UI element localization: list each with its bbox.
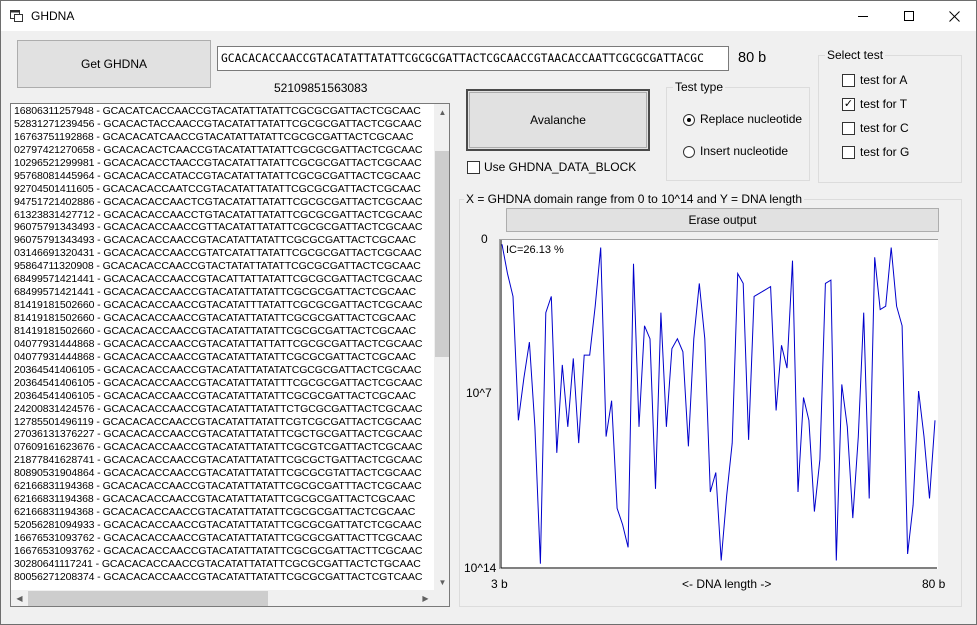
list-item[interactable]: 81419181502660 - GCACACACCAACCGTACATATTA… — [14, 325, 434, 338]
list-item[interactable]: 80890531904864 - GCACACACCAACCGTACATATTA… — [14, 467, 434, 480]
list-item[interactable]: 16676531093762 - GCACACACCAACCGTACATATTA… — [14, 545, 434, 558]
list-item[interactable]: 81419181502660 - GCACACACCAACCGTACATATTA… — [14, 312, 434, 325]
test-for-t-checkbox[interactable]: ✓ — [842, 98, 855, 111]
test-for-t-label: test for T — [860, 97, 908, 111]
select-test-title: Select test — [825, 48, 886, 62]
x-tick-label-end: 80 b — [922, 577, 946, 591]
list-item[interactable]: 21877841628741 - GCACACACCAACCGTACATATTA… — [14, 454, 434, 467]
list-item[interactable]: 16763751192868 - GCACACATCAACCGTACATATTA… — [14, 131, 434, 144]
list-item[interactable]: 52831271239456 - GCACACTACCAACCGTACATATT… — [14, 118, 434, 131]
use-block-checkbox[interactable] — [467, 161, 480, 174]
test-type-title: Test type — [673, 80, 726, 94]
list-item[interactable]: 68499571421441 - GCACACACCAACCGTACATTATT… — [14, 273, 434, 286]
list-item[interactable]: 04077931444868 - GCACACACCAACCGTACATATTA… — [14, 338, 434, 351]
avalanche-button[interactable]: Avalanche — [466, 89, 650, 151]
list-item[interactable]: 24200831424576 - GCACACACCAACCGTACATATTA… — [14, 403, 434, 416]
list-item[interactable]: 94751721402886 - GCACACACCAACTCGTACATATT… — [14, 196, 434, 209]
maximize-icon — [904, 11, 914, 21]
erase-output-label: Erase output — [688, 213, 757, 227]
scroll-up-arrow-icon[interactable]: ▲ — [434, 104, 449, 121]
dna-length-label: 80 b — [738, 50, 767, 66]
chart-group-title: X = GHDNA domain range from 0 to 10^14 a… — [464, 192, 805, 206]
use-block-label: Use GHDNA_DATA_BLOCK — [484, 160, 637, 174]
replace-nucleotide-radio[interactable] — [683, 114, 695, 126]
close-button[interactable] — [931, 1, 977, 31]
test-for-c-label: test for C — [860, 121, 909, 135]
list-item[interactable]: 02797421270658 - GCACACACTCAACCGTACATATT… — [14, 144, 434, 157]
minimize-button[interactable] — [840, 1, 886, 31]
insert-nucleotide-radio[interactable] — [683, 146, 695, 158]
line-chart: IC=26.13 % — [500, 240, 937, 569]
insert-nucleotide-label: Insert nucleotide — [700, 144, 789, 158]
list-item[interactable]: 96075791343493 - GCACACACCAACCGTACATATTA… — [14, 234, 434, 247]
avalanche-button-focus — [469, 92, 647, 148]
horizontal-scroll-thumb[interactable] — [28, 591, 268, 606]
list-item[interactable]: 62166831194368 - GCACACACCAACCGTACATATTA… — [14, 493, 434, 506]
index-number: 52109851563083 — [274, 81, 368, 95]
scroll-down-arrow-icon[interactable]: ▼ — [434, 574, 449, 591]
window-title: GHDNA — [31, 9, 75, 23]
list-horizontal-scrollbar[interactable]: ◀ ▶ — [11, 590, 434, 606]
list-item[interactable]: 04077931444868 - GCACACACCAACCGTACATATTA… — [14, 351, 434, 364]
radio-selected-dot — [687, 118, 691, 122]
list-item[interactable]: 16676531093762 - GCACACACCAACCGTACATATTA… — [14, 532, 434, 545]
list-item[interactable]: 62166831194368 - GCACACACCAACCGTACATATTA… — [14, 480, 434, 493]
app-window: GHDNA Get GHDNA GCACACACCAACCGTACATATTAT… — [0, 0, 977, 625]
list-item[interactable]: 30280641117241 - GCACACACCAACCGTACATATTA… — [14, 558, 434, 571]
list-item[interactable]: 95768081445964 - GCACACACCATACCGTACATATT… — [14, 170, 434, 183]
test-for-a-label: test for A — [860, 73, 908, 87]
list-item[interactable]: 20364541406105 - GCACACACCAACCGTACATATTA… — [14, 364, 434, 377]
erase-output-button[interactable]: Erase output — [506, 208, 939, 232]
list-item[interactable]: 27036131376227 - GCACACACCAACCGTACATATTA… — [14, 428, 434, 441]
dna-sequence-field[interactable]: GCACACACCAACCGTACATATTATATTCGCGCGATTACTC… — [217, 46, 729, 71]
test-for-g-label: test for G — [860, 145, 910, 159]
title-bar: GHDNA — [1, 1, 976, 31]
y-tick-label-top: 0 — [481, 232, 488, 246]
minimize-icon — [858, 16, 868, 17]
test-for-g-checkbox[interactable] — [842, 146, 855, 159]
y-tick-label-mid: 10^7 — [466, 386, 492, 400]
y-tick-label-bottom: 10^14 — [464, 561, 497, 575]
scroll-right-arrow-icon[interactable]: ▶ — [417, 590, 434, 606]
list-item[interactable]: 03146691320431 - GCACACACCAACCGTATCATATT… — [14, 247, 434, 260]
test-for-a-checkbox[interactable] — [842, 74, 855, 87]
list-vertical-scrollbar[interactable]: ▲ ▼ — [434, 104, 449, 591]
list-item[interactable]: 80056271208374 - GCACACACCAACCGTACATATTA… — [14, 571, 434, 584]
scroll-corner — [434, 590, 449, 606]
check-icon: ✓ — [843, 98, 854, 110]
list-item[interactable]: 10296521299981 - GCACACACCTAACCGTACATATT… — [14, 157, 434, 170]
test-for-c-checkbox[interactable] — [842, 122, 855, 135]
app-icon — [10, 10, 23, 22]
results-list-items: 16806311257948 - GCACATCACCAACCGTACATATT… — [14, 105, 434, 584]
series-line — [501, 244, 936, 564]
get-ghdna-label: Get GHDNA — [80, 57, 147, 71]
maximize-button[interactable] — [886, 1, 932, 31]
list-item[interactable]: 68499571421441 - GCACACACCAACCGTACATATTA… — [14, 286, 434, 299]
list-item[interactable]: 95864711320908 - GCACACACCAACCGTACTATATT… — [14, 260, 434, 273]
list-item[interactable]: 81419181502660 - GCACACACCAACCGTACATATTT… — [14, 299, 434, 312]
close-icon — [948, 10, 960, 22]
x-tick-label-start: 3 b — [491, 577, 508, 591]
get-ghdna-button[interactable]: Get GHDNA — [17, 40, 211, 88]
list-item[interactable]: 62166831194368 - GCACACACCAACCGTACATATTA… — [14, 506, 434, 519]
list-item[interactable]: 96075791343493 - GCACACACCAACCGTTACATATT… — [14, 221, 434, 234]
chart-plot-area: IC=26.13 % — [499, 239, 938, 569]
list-item[interactable]: 12785501496119 - GCACACACCAACCGTACATATTA… — [14, 416, 434, 429]
replace-nucleotide-label: Replace nucleotide — [700, 112, 803, 126]
test-type-group — [666, 87, 810, 181]
list-item[interactable]: 07609161623676 - GCACACACCAACCGTACATATTA… — [14, 441, 434, 454]
list-item[interactable]: 20364541406105 - GCACACACCAACCGTACATATTA… — [14, 390, 434, 403]
results-list[interactable]: 16806311257948 - GCACATCACCAACCGTACATATT… — [10, 103, 450, 607]
list-item[interactable]: 61323831427712 - GCACACACCAACCTGTACATATT… — [14, 209, 434, 222]
list-item[interactable]: 52056281094933 - GCACACACCAACCGTACATATTA… — [14, 519, 434, 532]
scroll-left-arrow-icon[interactable]: ◀ — [11, 590, 28, 606]
vertical-scroll-thumb[interactable] — [435, 151, 449, 357]
ic-annotation: IC=26.13 % — [506, 244, 564, 256]
list-item[interactable]: 20364541406105 - GCACACACCAACCGTACATATTA… — [14, 377, 434, 390]
x-axis-label: <- DNA length -> — [682, 577, 772, 591]
list-item[interactable]: 92704501411605 - GCACACACCAATCCGTACATATT… — [14, 183, 434, 196]
list-item[interactable]: 16806311257948 - GCACATCACCAACCGTACATATT… — [14, 105, 434, 118]
